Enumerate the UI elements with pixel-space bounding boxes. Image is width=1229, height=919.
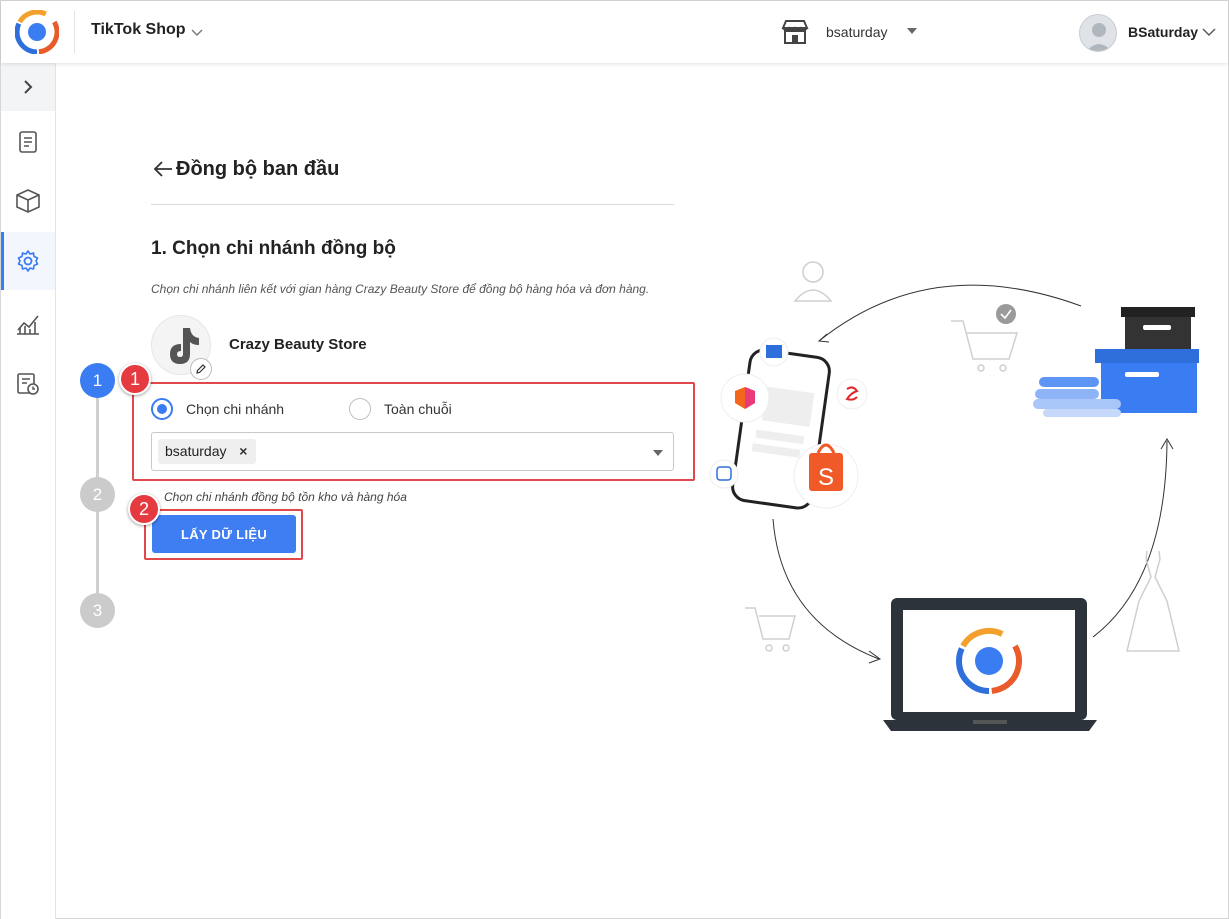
laptop-icon	[883, 598, 1097, 731]
settings-icon	[17, 250, 39, 272]
person-icon	[793, 261, 833, 302]
shopping-cart-icon	[951, 304, 1019, 372]
edit-shop-button[interactable]	[190, 358, 212, 380]
shop-name: Crazy Beauty Store	[229, 336, 367, 353]
caret-down-icon[interactable]	[907, 28, 917, 34]
header-divider	[74, 11, 75, 53]
svg-text:S: S	[818, 464, 834, 491]
sidebar-expand-button[interactable]	[1, 63, 55, 111]
dress-icon	[1126, 550, 1180, 652]
back-arrow-icon[interactable]	[153, 160, 173, 178]
section-title: 1. Chọn chi nhánh đồng bộ	[151, 238, 396, 259]
branch-selector-label[interactable]: bsaturday	[826, 24, 887, 40]
sync-illustration: S	[709, 261, 1199, 731]
avatar[interactable]	[1079, 14, 1117, 52]
user-name[interactable]: BSaturday	[1128, 24, 1198, 40]
top-header: TikTok Shop bsaturday BSaturday	[1, 1, 1228, 63]
report-icon	[17, 315, 39, 335]
sidebar-item-orders[interactable]	[1, 113, 55, 171]
page-title: Đồng bộ ban đầu	[176, 158, 340, 180]
shopping-cart-icon	[745, 607, 796, 652]
sidebar-item-history[interactable]	[1, 355, 55, 413]
sidebar-item-products[interactable]	[1, 172, 55, 230]
annotation-badge-2: 2	[128, 493, 160, 525]
chevron-down-icon[interactable]	[1202, 26, 1216, 38]
step-3: 3	[80, 593, 115, 628]
app-window: TikTok Shop bsaturday BSaturday Đồng bộ …	[0, 0, 1229, 919]
section-description: Chọn chi nhánh liên kết với gian hàng Cr…	[151, 282, 650, 296]
zalo-bubble-icon	[709, 459, 739, 489]
highlight-box-1	[132, 382, 695, 481]
orders-icon	[19, 131, 37, 153]
sidebar-item-reports[interactable]	[1, 295, 55, 353]
history-icon	[17, 373, 39, 395]
title-divider	[151, 204, 674, 205]
store-icon	[781, 20, 809, 44]
pencil-icon	[196, 364, 206, 374]
chevron-right-icon	[24, 80, 33, 94]
warehouse-boxes-icon	[1033, 307, 1199, 417]
hint-text: Chọn chi nhánh đồng bộ tồn kho và hàng h…	[164, 490, 407, 504]
channel-selector-label[interactable]: TikTok Shop	[91, 21, 186, 39]
user-avatar-icon	[1086, 23, 1112, 51]
annotation-badge-1: 1	[119, 363, 151, 395]
chevron-down-icon[interactable]	[191, 26, 203, 38]
step-1: 1	[80, 363, 115, 398]
box-icon	[16, 189, 40, 213]
sidebar-item-settings[interactable]	[1, 232, 55, 290]
step-2: 2	[80, 477, 115, 512]
highlight-box-2	[144, 509, 303, 560]
sidebar	[1, 63, 56, 919]
app-logo-icon[interactable]	[15, 10, 59, 54]
